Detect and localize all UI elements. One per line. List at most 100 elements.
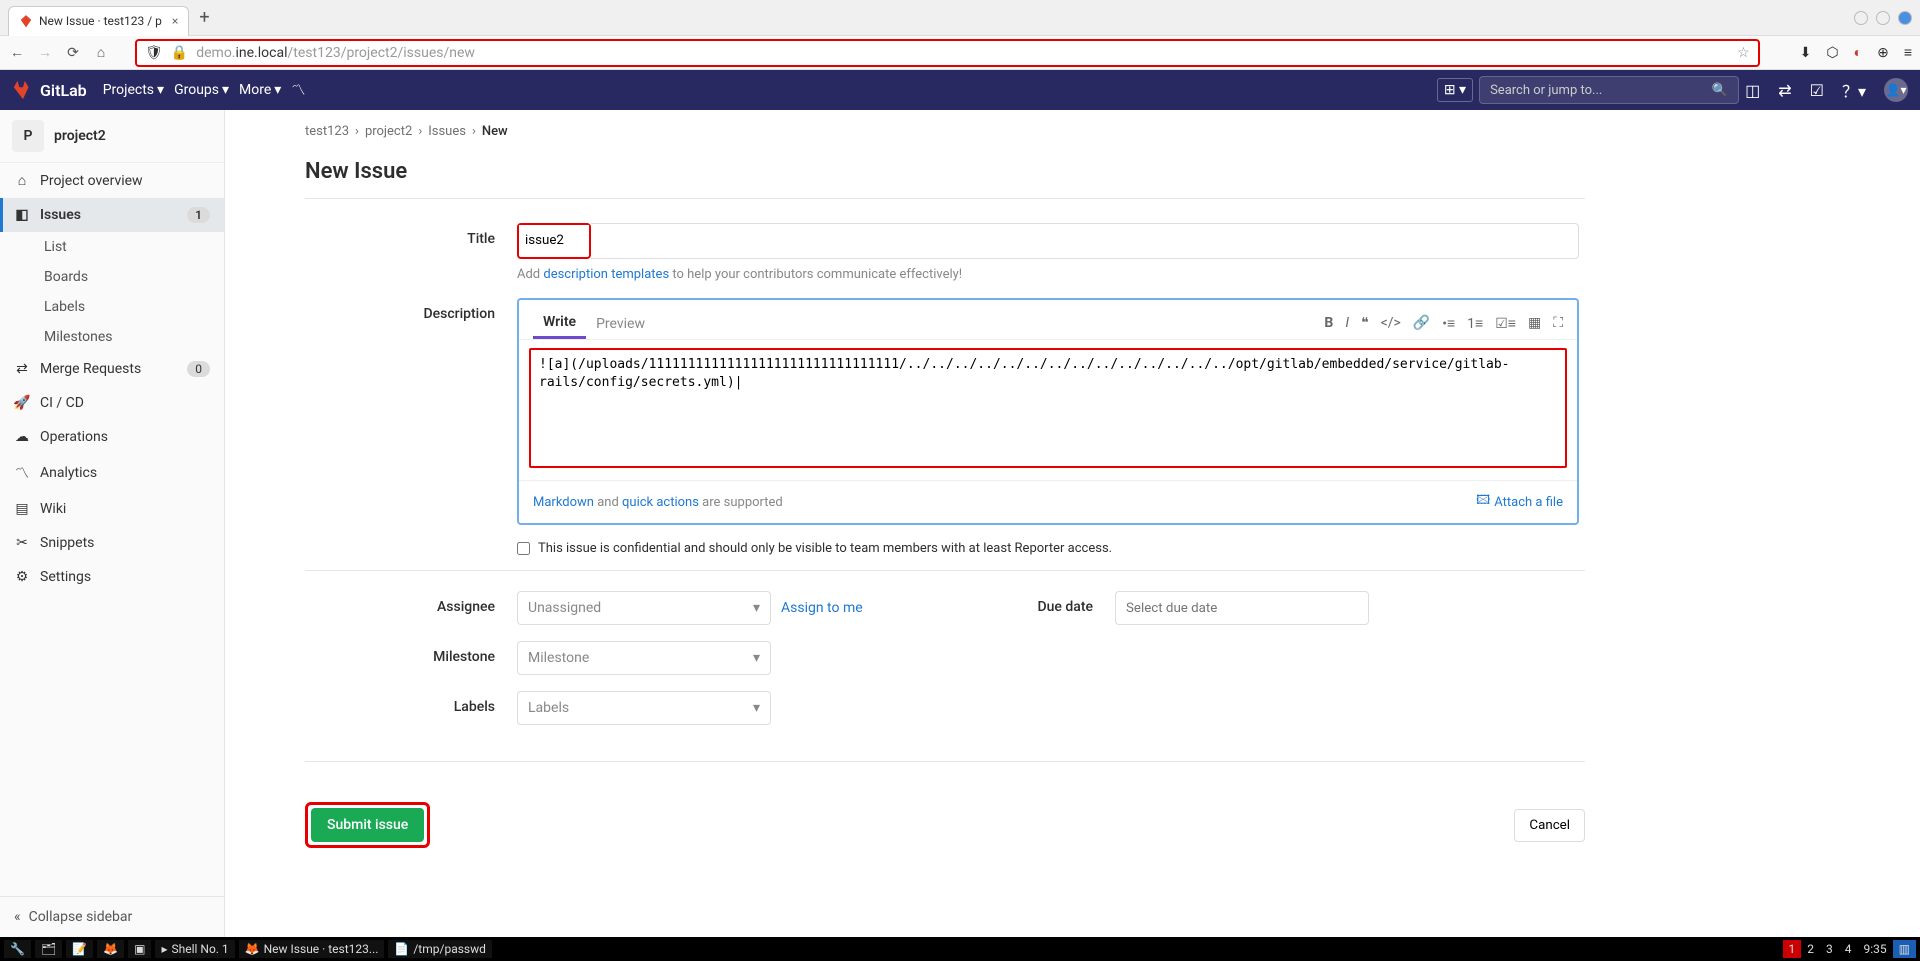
table-icon[interactable]: ▦ [1528, 315, 1541, 332]
sidebar-item-ops[interactable]: ☁Operations [0, 420, 224, 454]
tab-preview[interactable]: Preview [586, 310, 655, 338]
sidebar-sub-milestones[interactable]: Milestones [0, 322, 224, 352]
gitlab-topbar: GitLab Projects ▾ Groups ▾ More ▾ 〽 ⊞ ▾ … [0, 70, 1920, 110]
sidebar-item-mr[interactable]: ⇄Merge Requests0 [0, 352, 224, 386]
taskbar-files-icon[interactable]: 🗂 [35, 940, 62, 958]
breadcrumb-issues[interactable]: Issues [428, 124, 466, 139]
fullscreen-icon[interactable]: ⛶ [1553, 315, 1563, 332]
description-textarea[interactable]: ![a](/uploads/11111111111111111111111111… [529, 348, 1567, 468]
code-icon[interactable]: </> [1381, 315, 1401, 332]
taskbar-tab-editor[interactable]: 📄 /tmp/passwd [388, 940, 491, 958]
title-input[interactable] [519, 225, 589, 255]
lock-icon: 🔒 [171, 45, 188, 61]
taskbar-terminal-icon[interactable]: ▣ [128, 940, 151, 958]
quick-actions-link[interactable]: quick actions [622, 495, 699, 510]
workspace-1[interactable]: 1 [1783, 940, 1802, 958]
taskbar-editor-icon[interactable]: 📝 [66, 940, 93, 958]
chevron-down-icon: ▾ [753, 600, 760, 616]
menu-icon[interactable]: ≡ [1904, 44, 1912, 61]
template-link[interactable]: description templates [543, 267, 669, 282]
window-min-icon[interactable] [1854, 11, 1868, 25]
tab-close-icon[interactable]: × [172, 14, 178, 28]
attach-file-link[interactable]: 🖾Attach a file [1476, 491, 1563, 513]
ol-icon[interactable]: 1≡ [1467, 315, 1483, 332]
description-editor: Write Preview B I ❝ </> 🔗 •≡ 1≡ ☑≡ [517, 298, 1579, 525]
confidential-checkbox[interactable] [517, 542, 530, 555]
url-bar[interactable]: 🛡 🔒 demo.ine.local/test123/project2/issu… [135, 39, 1760, 67]
back-button[interactable]: ← [8, 44, 26, 62]
todos-icon[interactable]: ☑ [1810, 81, 1824, 100]
nav-plus-icon[interactable]: ⊞ ▾ [1437, 78, 1473, 102]
workspace-2[interactable]: 2 [1801, 940, 1820, 958]
sidebar-item-wiki[interactable]: ▤Wiki [0, 492, 224, 526]
shield-icon: 🛡 [145, 45, 163, 61]
italic-icon[interactable]: I [1345, 315, 1349, 332]
workspace-4[interactable]: 4 [1839, 940, 1858, 958]
home-button[interactable]: ⌂ [92, 44, 110, 62]
sidebar-sub-boards[interactable]: Boards [0, 262, 224, 292]
pocket-icon[interactable]: ⬡ [1826, 45, 1838, 61]
taskbar-tab-firefox[interactable]: 🦊 New Issue · test123... [239, 940, 385, 958]
taskbar-tray-icon[interactable]: ▥ [1893, 940, 1916, 958]
mr-shortcut-icon[interactable]: ⇄ [1778, 81, 1791, 100]
link-icon[interactable]: 🔗 [1413, 315, 1430, 332]
sidebar-header[interactable]: P project2 [0, 110, 224, 163]
download-icon[interactable]: ⬇ [1800, 45, 1812, 61]
help-icon[interactable]: ？▾ [1842, 78, 1866, 102]
taskbar-clock: 9:35 [1858, 940, 1893, 958]
sidebar-item-issues[interactable]: ◧Issues1 [0, 198, 224, 232]
sidebar-sub-labels[interactable]: Labels [0, 292, 224, 322]
toolbar-right: ⬇ ⬡ ◐ ⊕ ≡ [1800, 44, 1912, 61]
sidebar-item-settings[interactable]: ⚙Settings [0, 560, 224, 594]
url-text: demo.ine.local/test123/project2/issues/n… [196, 45, 1729, 61]
global-search[interactable]: Search or jump to... 🔍 [1479, 76, 1739, 104]
sidebar-item-snippets[interactable]: ✂Snippets [0, 526, 224, 560]
extension-icon[interactable]: ⊕ [1877, 45, 1889, 61]
labels-select[interactable]: Labels▾ [517, 691, 771, 725]
taskbar-firefox-icon[interactable]: 🦊 [97, 940, 124, 958]
bold-icon[interactable]: B [1324, 315, 1333, 332]
nav-groups[interactable]: Groups ▾ [174, 80, 229, 100]
sidebar-item-analytics[interactable]: 〽Analytics [0, 454, 224, 492]
milestone-select[interactable]: Milestone▾ [517, 641, 771, 675]
ul-icon[interactable]: •≡ [1442, 315, 1455, 332]
workspace-3[interactable]: 3 [1820, 940, 1839, 958]
assignee-select[interactable]: Unassigned▾ [517, 591, 771, 625]
reload-button[interactable]: ⟳ [64, 44, 82, 62]
breadcrumb-project[interactable]: project2 [365, 124, 412, 139]
forward-button[interactable]: → [36, 44, 54, 62]
nav-activity-icon[interactable]: 〽 [291, 80, 305, 100]
gitlab-logo-icon[interactable] [12, 79, 34, 101]
sidebar-item-cicd[interactable]: 🚀CI / CD [0, 386, 224, 420]
tab-write[interactable]: Write [533, 308, 586, 339]
duedate-input[interactable] [1115, 591, 1369, 625]
browser-tab[interactable]: New Issue · test123 / p × [8, 6, 189, 36]
chevron-left-icon: « [14, 909, 21, 925]
label-milestone: Milestone [305, 641, 517, 675]
new-tab-button[interactable]: + [199, 7, 209, 28]
task-icon[interactable]: ☑≡ [1495, 315, 1516, 332]
sidebar-item-overview[interactable]: ⌂Project overview [0, 163, 224, 198]
breadcrumb-group[interactable]: test123 [305, 124, 349, 139]
issues-shortcut-icon[interactable]: ◫ [1745, 81, 1760, 100]
gitlab-brand[interactable]: GitLab [40, 81, 87, 100]
user-avatar[interactable]: 👤▾ [1884, 78, 1908, 102]
nav-more[interactable]: More ▾ [239, 80, 281, 100]
taskbar-shell[interactable]: ▸ Shell No. 1 [155, 940, 234, 958]
gitlab-nav: Projects ▾ Groups ▾ More ▾ 〽 [103, 80, 306, 100]
cancel-button[interactable]: Cancel [1514, 809, 1585, 842]
collapse-sidebar[interactable]: «Collapse sidebar [0, 896, 224, 937]
taskbar-menu-icon[interactable]: 🔧 [4, 940, 31, 958]
main-content: test123 › project2 › Issues › New New Is… [225, 110, 1920, 937]
sidebar-sub-list[interactable]: List [0, 232, 224, 262]
breadcrumb: test123 › project2 › Issues › New [305, 124, 1585, 139]
bookmark-star-icon[interactable]: ☆ [1737, 45, 1750, 61]
window-close-icon[interactable] [1898, 11, 1912, 25]
noscript-icon[interactable]: ◐ [1854, 44, 1862, 61]
assign-to-me-link[interactable]: Assign to me [781, 600, 863, 616]
window-max-icon[interactable] [1876, 11, 1890, 25]
quote-icon[interactable]: ❝ [1361, 315, 1369, 332]
markdown-link[interactable]: Markdown [533, 495, 594, 510]
nav-projects[interactable]: Projects ▾ [103, 80, 164, 100]
submit-issue-button[interactable]: Submit issue [311, 808, 424, 842]
